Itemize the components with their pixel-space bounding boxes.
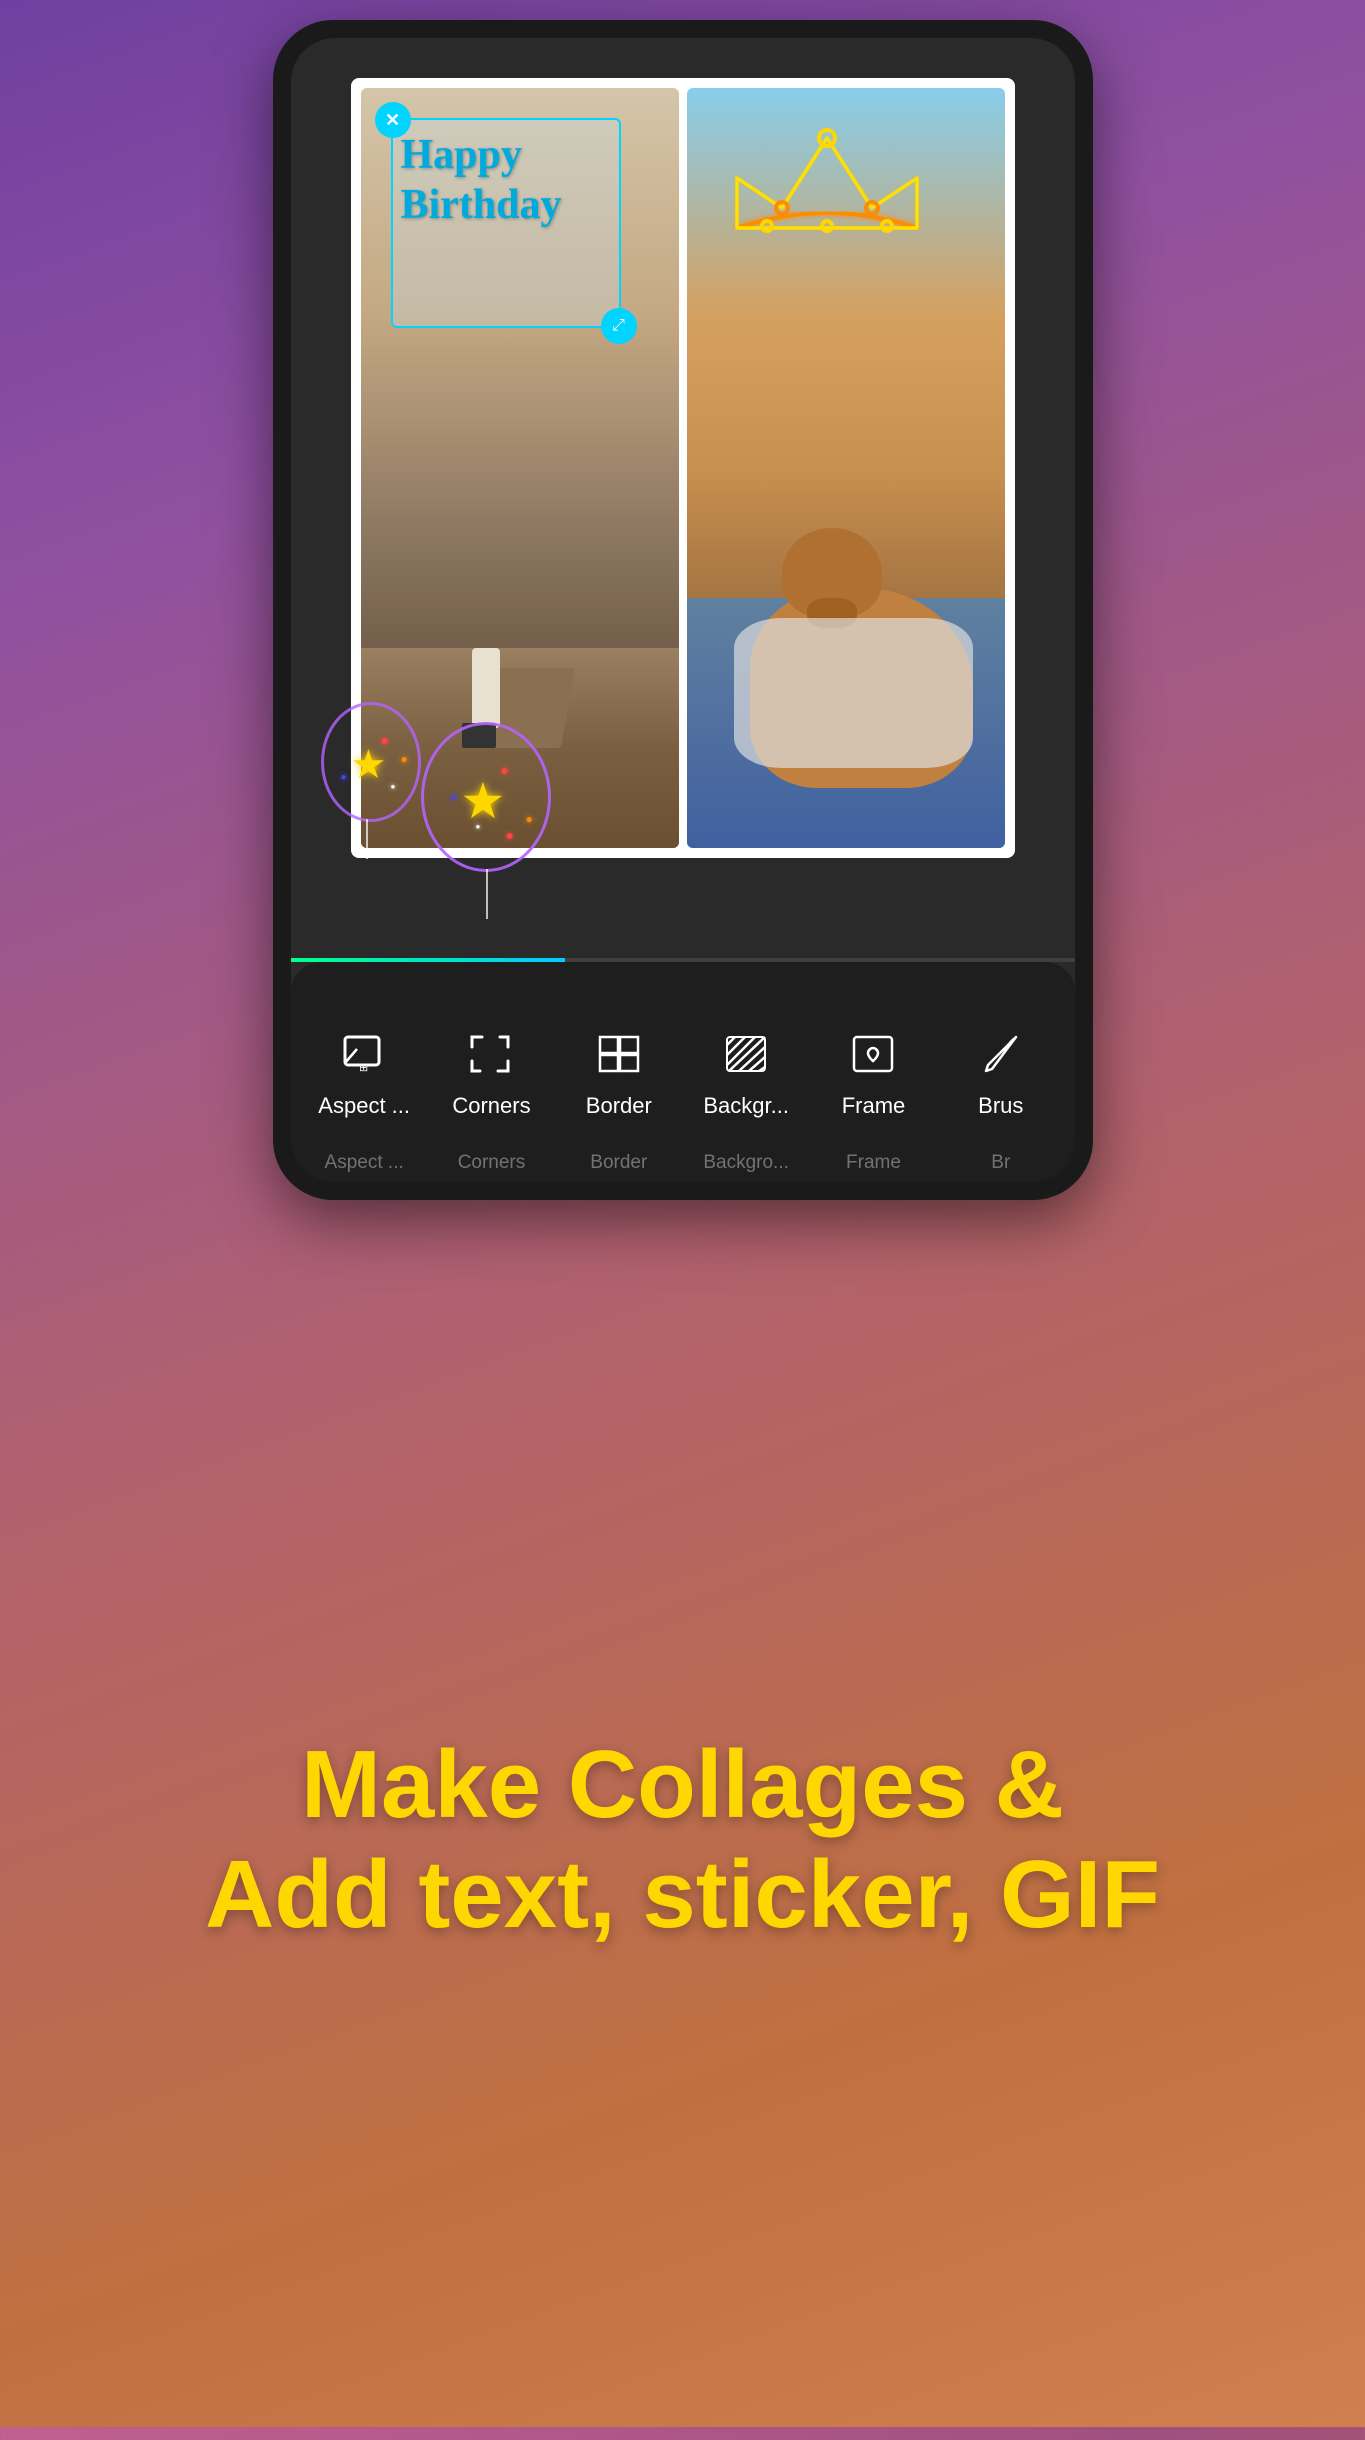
shadow-label-brush: Br bbox=[951, 1152, 1051, 1174]
toolbar-item-background[interactable]: Backgr... bbox=[696, 1035, 796, 1119]
phone-screen: ✕ Happy Birthday ⚙ ⤢ bbox=[291, 38, 1075, 1182]
neon-crown-sticker[interactable] bbox=[717, 118, 937, 263]
photo-right[interactable] bbox=[687, 88, 1005, 848]
resize-handle[interactable]: ⤢ bbox=[601, 308, 637, 344]
shadow-label-frame: Frame bbox=[823, 1152, 923, 1174]
corners-icon bbox=[470, 1035, 512, 1083]
birthday-text-box[interactable]: ✕ Happy Birthday ⚙ ⤢ bbox=[391, 118, 621, 328]
toolbar-item-brush[interactable]: Brus bbox=[951, 1035, 1051, 1119]
background-label: Backgr... bbox=[703, 1093, 789, 1119]
birthday-text: Happy Birthday bbox=[401, 130, 562, 231]
main-tagline: Make Collages & Add text, sticker, GIF bbox=[205, 1730, 1160, 1951]
toolbar-item-frame[interactable]: Frame bbox=[823, 1035, 923, 1119]
phone-frame: ✕ Happy Birthday ⚙ ⤢ bbox=[273, 20, 1093, 1200]
balloon-left: ★ ● ● ● ● bbox=[321, 702, 421, 822]
balloon-right: ★ ● ● ● ● ● bbox=[421, 722, 551, 872]
brush-icon bbox=[980, 1035, 1022, 1083]
toolbar-item-aspect[interactable]: ⊞ Aspect ... bbox=[314, 1035, 414, 1119]
svg-text:⊞: ⊞ bbox=[359, 1062, 368, 1073]
shadow-label-aspect: Aspect ... bbox=[314, 1152, 414, 1174]
border-label: Border bbox=[586, 1093, 652, 1119]
bottom-text-section: Make Collages & Add text, sticker, GIF bbox=[0, 1240, 1365, 2440]
toolbar-item-border[interactable]: Border bbox=[569, 1035, 669, 1119]
balloon-stickers: ★ ● ● ● ● ★ ● ● ● ● ● bbox=[321, 702, 581, 902]
border-icon bbox=[598, 1035, 640, 1083]
toolbar: ⊞ Aspect ... Corners bbox=[291, 962, 1075, 1182]
frame-icon bbox=[852, 1035, 894, 1083]
tagline-line2: Add text, sticker, GIF bbox=[205, 1841, 1160, 1948]
toolbar-item-corners[interactable]: Corners bbox=[441, 1035, 541, 1119]
aspect-label: Aspect ... bbox=[318, 1093, 410, 1119]
shadow-label-border: Border bbox=[569, 1152, 669, 1174]
tagline-line1: Make Collages & bbox=[301, 1731, 1064, 1838]
corners-label: Corners bbox=[452, 1093, 530, 1119]
background-icon bbox=[725, 1035, 767, 1083]
frame-label: Frame bbox=[842, 1093, 906, 1119]
shadow-label-corners: Corners bbox=[441, 1152, 541, 1174]
brush-label: Brus bbox=[978, 1093, 1023, 1119]
shadow-label-background: Backgro... bbox=[696, 1152, 796, 1174]
aspect-icon: ⊞ bbox=[343, 1035, 385, 1083]
close-handle[interactable]: ✕ bbox=[375, 102, 411, 138]
